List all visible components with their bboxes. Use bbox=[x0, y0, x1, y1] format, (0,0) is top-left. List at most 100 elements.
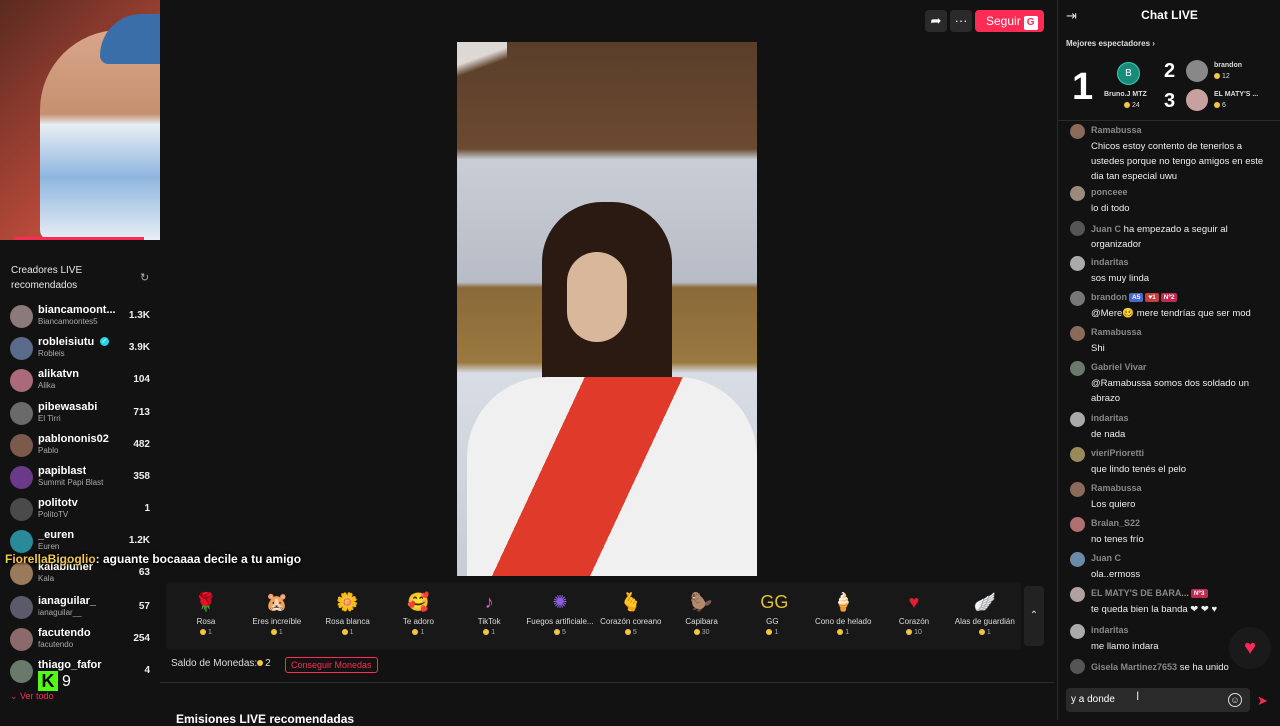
top-viewers-label[interactable]: Mejores espectadores › bbox=[1066, 39, 1155, 48]
gift-item[interactable]: 🫰 Corazón coreano 5 bbox=[596, 582, 666, 650]
viewer-name: brandon bbox=[1214, 62, 1242, 69]
top-viewer-3[interactable]: EL MATY'S ... 6 bbox=[1186, 89, 1276, 113]
avatar bbox=[10, 434, 33, 457]
coin-icon bbox=[624, 629, 631, 636]
gift-item[interactable]: 🌹 Rosa 1 bbox=[171, 582, 241, 650]
top-viewer-2[interactable]: brandon 12 bbox=[1186, 60, 1276, 84]
avatar bbox=[1070, 326, 1085, 341]
creator-item[interactable]: pablononis02 Pablo 482 bbox=[10, 431, 155, 459]
chat-message-text: ola..ermoss bbox=[1091, 569, 1141, 580]
gift-item[interactable]: 🍦 Cono de helado 1 bbox=[808, 582, 878, 650]
gift-item[interactable]: 🐹 Eres increíble 1 bbox=[242, 582, 312, 650]
gift-icon: 🥰 bbox=[407, 592, 430, 612]
chat-input[interactable]: y a donde ☺ bbox=[1066, 688, 1250, 712]
creator-subtitle: Summit Papi Blast bbox=[38, 478, 104, 487]
gift-name: Cono de helado bbox=[814, 617, 872, 626]
like-heart-button[interactable]: ♥ bbox=[1229, 627, 1271, 669]
viewer-count: 482 bbox=[133, 439, 150, 450]
chat-username[interactable]: Gabriel Vivar bbox=[1091, 362, 1146, 372]
avatar bbox=[1070, 361, 1085, 376]
avatar bbox=[10, 466, 33, 489]
chat-username[interactable]: brandon A5 ♥1 Nº2 bbox=[1091, 292, 1178, 303]
follow-button[interactable]: Seguir G bbox=[975, 10, 1044, 32]
divider bbox=[160, 682, 1055, 683]
chat-username[interactable]: Ramabussa bbox=[1091, 125, 1142, 135]
chat-username[interactable]: indaritas bbox=[1091, 625, 1129, 635]
chat-username[interactable]: Juan C bbox=[1091, 553, 1121, 563]
creator-item[interactable]: robleisiutu ✓ Robleis 3.9K bbox=[10, 334, 155, 362]
chat-message-text: @Ramabussa somos dos soldado un abrazo bbox=[1091, 378, 1250, 404]
viewer-count: 358 bbox=[133, 471, 150, 482]
gift-bar-toggle[interactable]: ⌃ bbox=[1024, 586, 1044, 646]
avatar bbox=[1070, 186, 1085, 201]
chat-username[interactable]: indaritas bbox=[1091, 257, 1129, 267]
emoji-icon[interactable]: ☺ bbox=[1228, 693, 1242, 707]
creator-item[interactable]: _euren Euren 1.2K bbox=[10, 527, 155, 555]
creator-item[interactable]: politotv PolitoTV 1 bbox=[10, 495, 155, 523]
overlay-chat-message: FiorellaBigoglio: aguante bocaaaa decile… bbox=[5, 552, 301, 566]
chat-message-text: de nada bbox=[1091, 429, 1126, 440]
gift-item[interactable]: 🌼 Rosa blanca 1 bbox=[313, 582, 383, 650]
viewer-name: EL MATY'S ... bbox=[1214, 91, 1259, 98]
creator-item[interactable]: thiago_fafor 4 bbox=[10, 657, 155, 685]
gift-price: 10 bbox=[879, 629, 949, 636]
creator-name: _euren bbox=[38, 529, 75, 541]
gift-price: 30 bbox=[667, 629, 737, 636]
refresh-icon[interactable]: ↻ bbox=[140, 271, 149, 284]
chat-title: Chat LIVE bbox=[1141, 8, 1198, 22]
chat-message: brandon A5 ♥1 Nº2 @Mere🥴 mere tendrías que s… bbox=[1070, 291, 1270, 321]
gift-icon: 🍦 bbox=[831, 592, 855, 612]
jersey bbox=[467, 377, 757, 576]
rank-2-number: 2 bbox=[1164, 60, 1176, 82]
avatar bbox=[10, 305, 33, 328]
top-viewer-1[interactable]: B Bruno.J MTZ 24 bbox=[1104, 62, 1164, 114]
gift-item[interactable]: 🥰 Te adoro 1 bbox=[383, 582, 453, 650]
user-badge: A5 bbox=[1129, 293, 1144, 303]
get-coins-button[interactable]: Conseguir Monedas bbox=[285, 657, 378, 673]
user-badge: ♥1 bbox=[1145, 293, 1159, 303]
creator-item[interactable]: papiblast Summit Papi Blast 358 bbox=[10, 463, 155, 491]
gift-item[interactable]: ✺ Fuegos artificiale... 5 bbox=[525, 582, 595, 650]
creator-item[interactable]: facutendo facutendo 254 bbox=[10, 625, 155, 653]
chat-message: vieriPrioretti que lindo tenés el pelo bbox=[1070, 447, 1270, 477]
chat-username[interactable]: Ramabussa bbox=[1091, 483, 1142, 493]
overlay-chat-user: FiorellaBigoglio bbox=[5, 552, 96, 566]
more-icon[interactable]: ··· bbox=[950, 10, 972, 32]
chat-message: poncееe lo di todo bbox=[1070, 186, 1270, 216]
share-icon[interactable]: ➦ bbox=[925, 10, 947, 32]
chat-username[interactable]: Bralan_S22 bbox=[1091, 518, 1140, 528]
gift-name: Te adoro bbox=[402, 617, 434, 626]
chat-username[interactable]: EL MATY'S DE BARA... Nº3 bbox=[1091, 588, 1208, 599]
gift-icon: 🌹 bbox=[194, 592, 218, 612]
creator-item[interactable]: alikatvn Alika 104 bbox=[10, 366, 155, 394]
chat-username[interactable]: vieriPrioretti bbox=[1091, 448, 1144, 458]
avatar bbox=[1070, 552, 1085, 567]
creator-item[interactable]: ianaguilar_ ianaguilar__ 57 bbox=[10, 593, 155, 621]
live-video[interactable] bbox=[457, 42, 757, 576]
viewer-count: 1.3K bbox=[128, 310, 150, 321]
avatar: B bbox=[1117, 62, 1140, 85]
creator-name: robleisiutu bbox=[38, 336, 95, 348]
gift-item[interactable]: ♪ TikTok 1 bbox=[454, 582, 524, 650]
creator-name: biancamoont... bbox=[38, 304, 116, 316]
avatar bbox=[10, 369, 33, 392]
chat-message: Ramabussa Shi bbox=[1070, 326, 1270, 356]
chat-message-text: Chicos estoy contento de tenerlos a uste… bbox=[1091, 141, 1264, 182]
creator-item[interactable]: pibewasabi El Tirri 713 bbox=[10, 399, 155, 427]
send-icon[interactable]: ➤ bbox=[1257, 693, 1268, 709]
chat-messages: Ramabussa Chicos estoy contento de tenerl… bbox=[1058, 120, 1280, 680]
chat-username[interactable]: poncееe bbox=[1091, 187, 1128, 197]
creator-item[interactable]: biancamoont... Biancamoontes5 1.3K bbox=[10, 302, 155, 330]
chat-message-text: @Mere🥴 mere tendrías que ser mod bbox=[1091, 308, 1251, 319]
chat-username[interactable]: Ramabussa bbox=[1091, 327, 1142, 337]
follow-label: Seguir bbox=[986, 14, 1021, 28]
gift-item[interactable]: ♥ Corazón 10 bbox=[879, 582, 949, 650]
gift-item[interactable]: 🪽 Alas de guardián 1 bbox=[950, 582, 1020, 650]
gift-item[interactable]: GG GG 1 bbox=[737, 582, 807, 650]
creator-subtitle: PolitoTV bbox=[38, 510, 69, 519]
gift-name: GG bbox=[766, 617, 779, 626]
see-all-link[interactable]: ⌄ Ver todo bbox=[10, 691, 54, 702]
gift-item[interactable]: 🦫 Capibara 30 bbox=[667, 582, 737, 650]
chat-username[interactable]: indaritas bbox=[1091, 413, 1129, 423]
avatar bbox=[10, 337, 33, 360]
